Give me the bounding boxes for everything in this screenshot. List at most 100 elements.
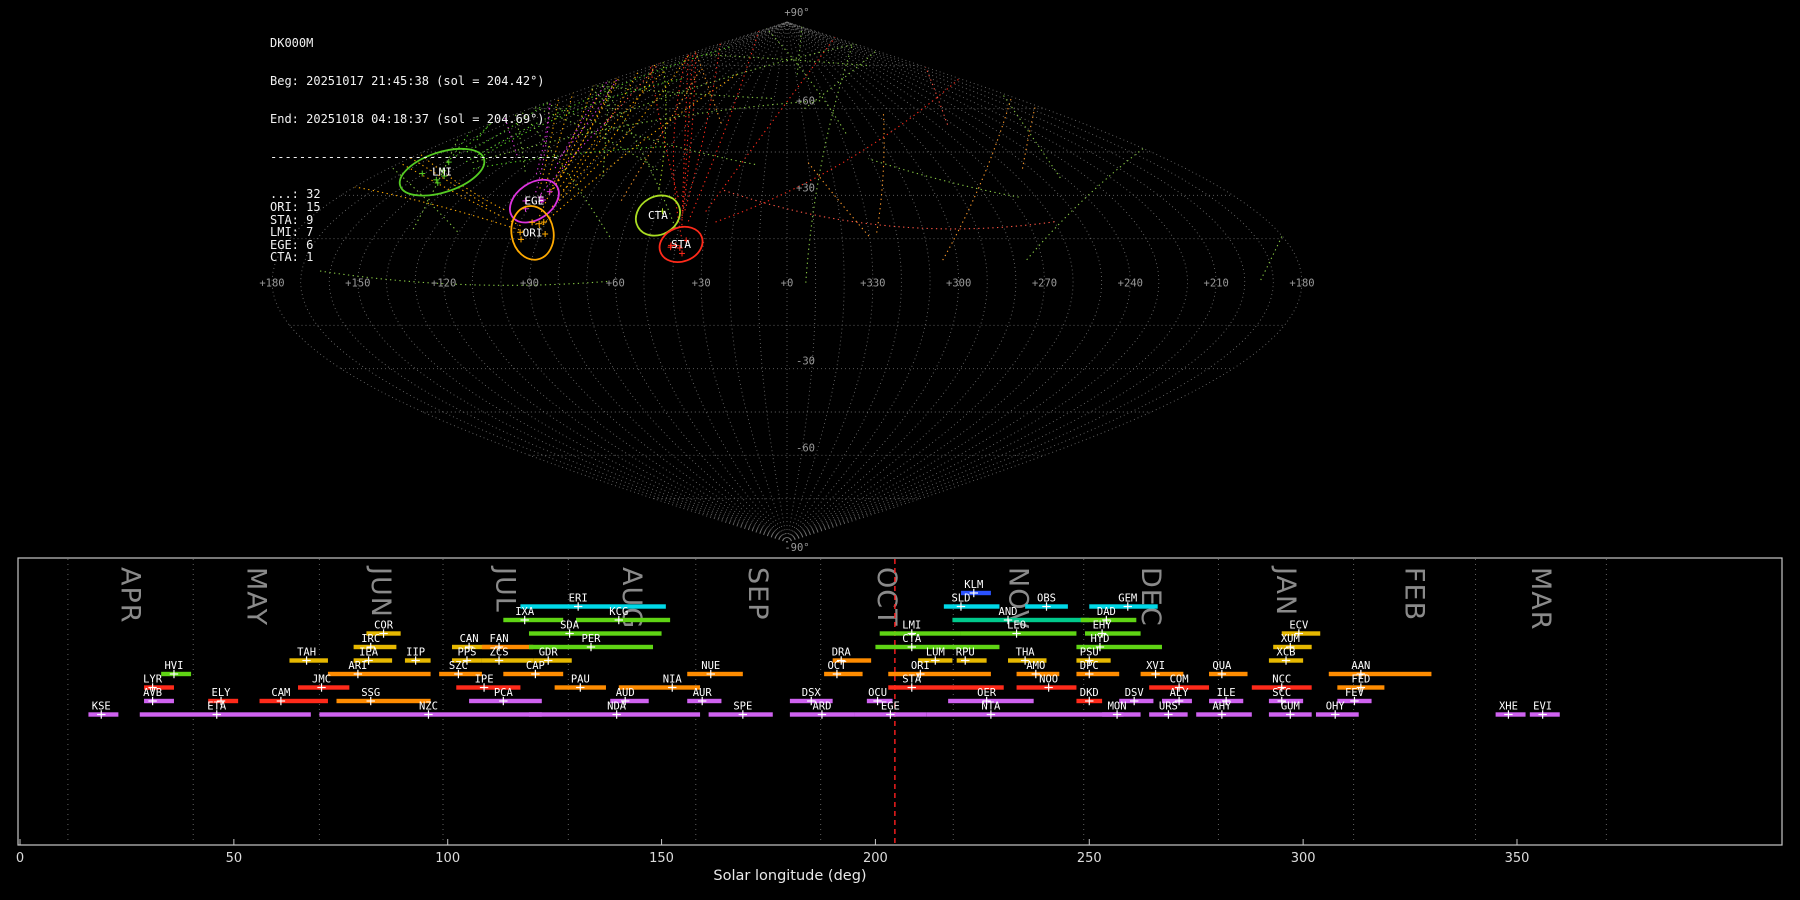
shower-code-label: AHY [1212,701,1232,713]
shower-code-label: XHE [1499,701,1518,713]
shower-MON: MON [1102,701,1141,719]
shower-code-label: EGE [881,701,900,713]
shower-code-label: AUR [693,687,713,699]
activity-bar [576,617,671,623]
meteor-track [806,160,870,237]
activity-bar [259,698,328,704]
meteor-track [1021,22,1091,169]
shower-count-list: ...: 32 ORI: 15 STA: 9 LMI: 7 EGE: 6 CTA: 1 [270,188,559,264]
meteor-track [804,22,1036,110]
shower-code-label: LYR [143,674,163,686]
shower-HVI: HVI [161,660,192,679]
lon-tick-label: +300 [946,278,971,290]
shower-code-label: SSG [361,687,380,699]
x-tick-label: 250 [1077,851,1102,866]
shower-AVB: AVB [143,687,174,706]
shower-code-label: ARD [812,701,831,713]
north-pole-label: +90° [784,7,809,19]
shower-code-label: EVI [1533,701,1552,713]
meteor-track [1260,22,1302,281]
shower-code-label: OCU [868,687,887,699]
shower-EVI: EVI [1529,701,1560,719]
shower-code-label: PER [582,633,602,645]
shower-code-label: LEO [1007,620,1026,632]
shower-DKD: DKD [1076,687,1103,706]
shower-code-label: SPE [733,701,752,713]
shower-code-label: AAN [1351,660,1370,672]
activity-bar [327,671,431,677]
shower-code-label: OHY [1326,701,1346,713]
x-tick-label: 50 [226,851,243,866]
shower-code-label: NUE [701,660,720,672]
shower-code-label: GDR [539,647,559,659]
shower-code-label: NCC [1272,674,1291,686]
shower-code-label: DKD [1080,687,1099,699]
shower-code-label: STA [902,674,922,686]
meteor-track [722,189,1055,230]
shower-DPC: DPC [1076,660,1120,679]
month-label: SEP [742,567,773,620]
shower-code-label: ECV [1289,620,1309,632]
shower-code-label: IIP [406,647,425,659]
shower-XCB: XCB [1268,647,1304,665]
month-label: OCT [871,567,902,627]
shower-code-label: JMC [312,674,331,686]
shower-code-label: XVI [1146,660,1165,672]
shower-code-label: IRC [361,633,380,645]
shower-RPU: RPU [956,647,987,665]
shower-code-label: PSU [1080,647,1099,659]
shower-NZC: NZC [319,701,542,719]
activity-bar [503,617,564,623]
meteor-track [651,22,667,67]
shower-code-label: HVI [164,660,183,672]
shower-IIP: IIP [404,647,431,665]
shower-code-label: FAN [490,633,509,645]
month-label: JAN [1270,565,1301,616]
activity-bar [139,712,311,717]
lon-tick-label: +240 [1118,278,1143,290]
shower-code-label: COR [374,620,394,632]
shower-TAH: TAH [289,647,328,665]
shower-code-label: COM [1170,674,1189,686]
shower-code-label: SDA [560,620,580,632]
lon-tick-label: +270 [1032,278,1057,290]
meteor-track [705,22,978,212]
shower-code-label: KCG [609,606,628,618]
month-label: MAR [1525,567,1556,631]
activity-bar [520,604,666,609]
activity-bar [824,671,863,677]
month-label: DEC [1135,567,1166,627]
radiant-label: CTA [648,209,668,222]
meteor-track [538,73,738,229]
shower-code-label: OCT [827,660,847,672]
meridian-line [729,21,788,543]
x-tick-label: 200 [863,851,888,866]
month-label: APR [115,567,146,624]
activity-bar [687,671,743,677]
activity-bar [926,712,1124,717]
shower-count-item: LMI: 7 [270,225,314,240]
shower-code-label: LUM [926,647,945,659]
shower-count-item: CTA: 1 [270,250,314,265]
x-axis-title: Solar longitude (deg) [713,868,866,884]
meridian-line [786,21,1246,543]
shower-code-label: NZC [419,701,438,713]
x-tick-label: 100 [435,851,460,866]
shower-code-label: DPC [1080,660,1099,672]
shower-code-label: CTA [902,633,922,645]
shower-NDA: NDA [528,701,701,719]
meridian-line [786,21,1217,543]
x-axis: 0 50 100 150 200 250 300 350 Solar longitude (de… [16,839,1529,884]
shower-code-label: DRA [832,647,852,659]
shower-code-label: NDA [607,701,627,713]
lon-tick-label: +60 [606,278,625,290]
shower-NTA: NTA [926,701,1124,719]
shower-code-label: MON [1108,701,1127,713]
meridian-line [786,21,1160,543]
meteor-track [702,54,867,67]
shower-code-label: ARI [348,660,367,672]
shower-code-label: AND [999,606,1018,618]
shower-code-label: SLD [951,593,970,605]
month-label: MAY [240,567,271,626]
shower-code-label: XUM [1281,633,1300,645]
